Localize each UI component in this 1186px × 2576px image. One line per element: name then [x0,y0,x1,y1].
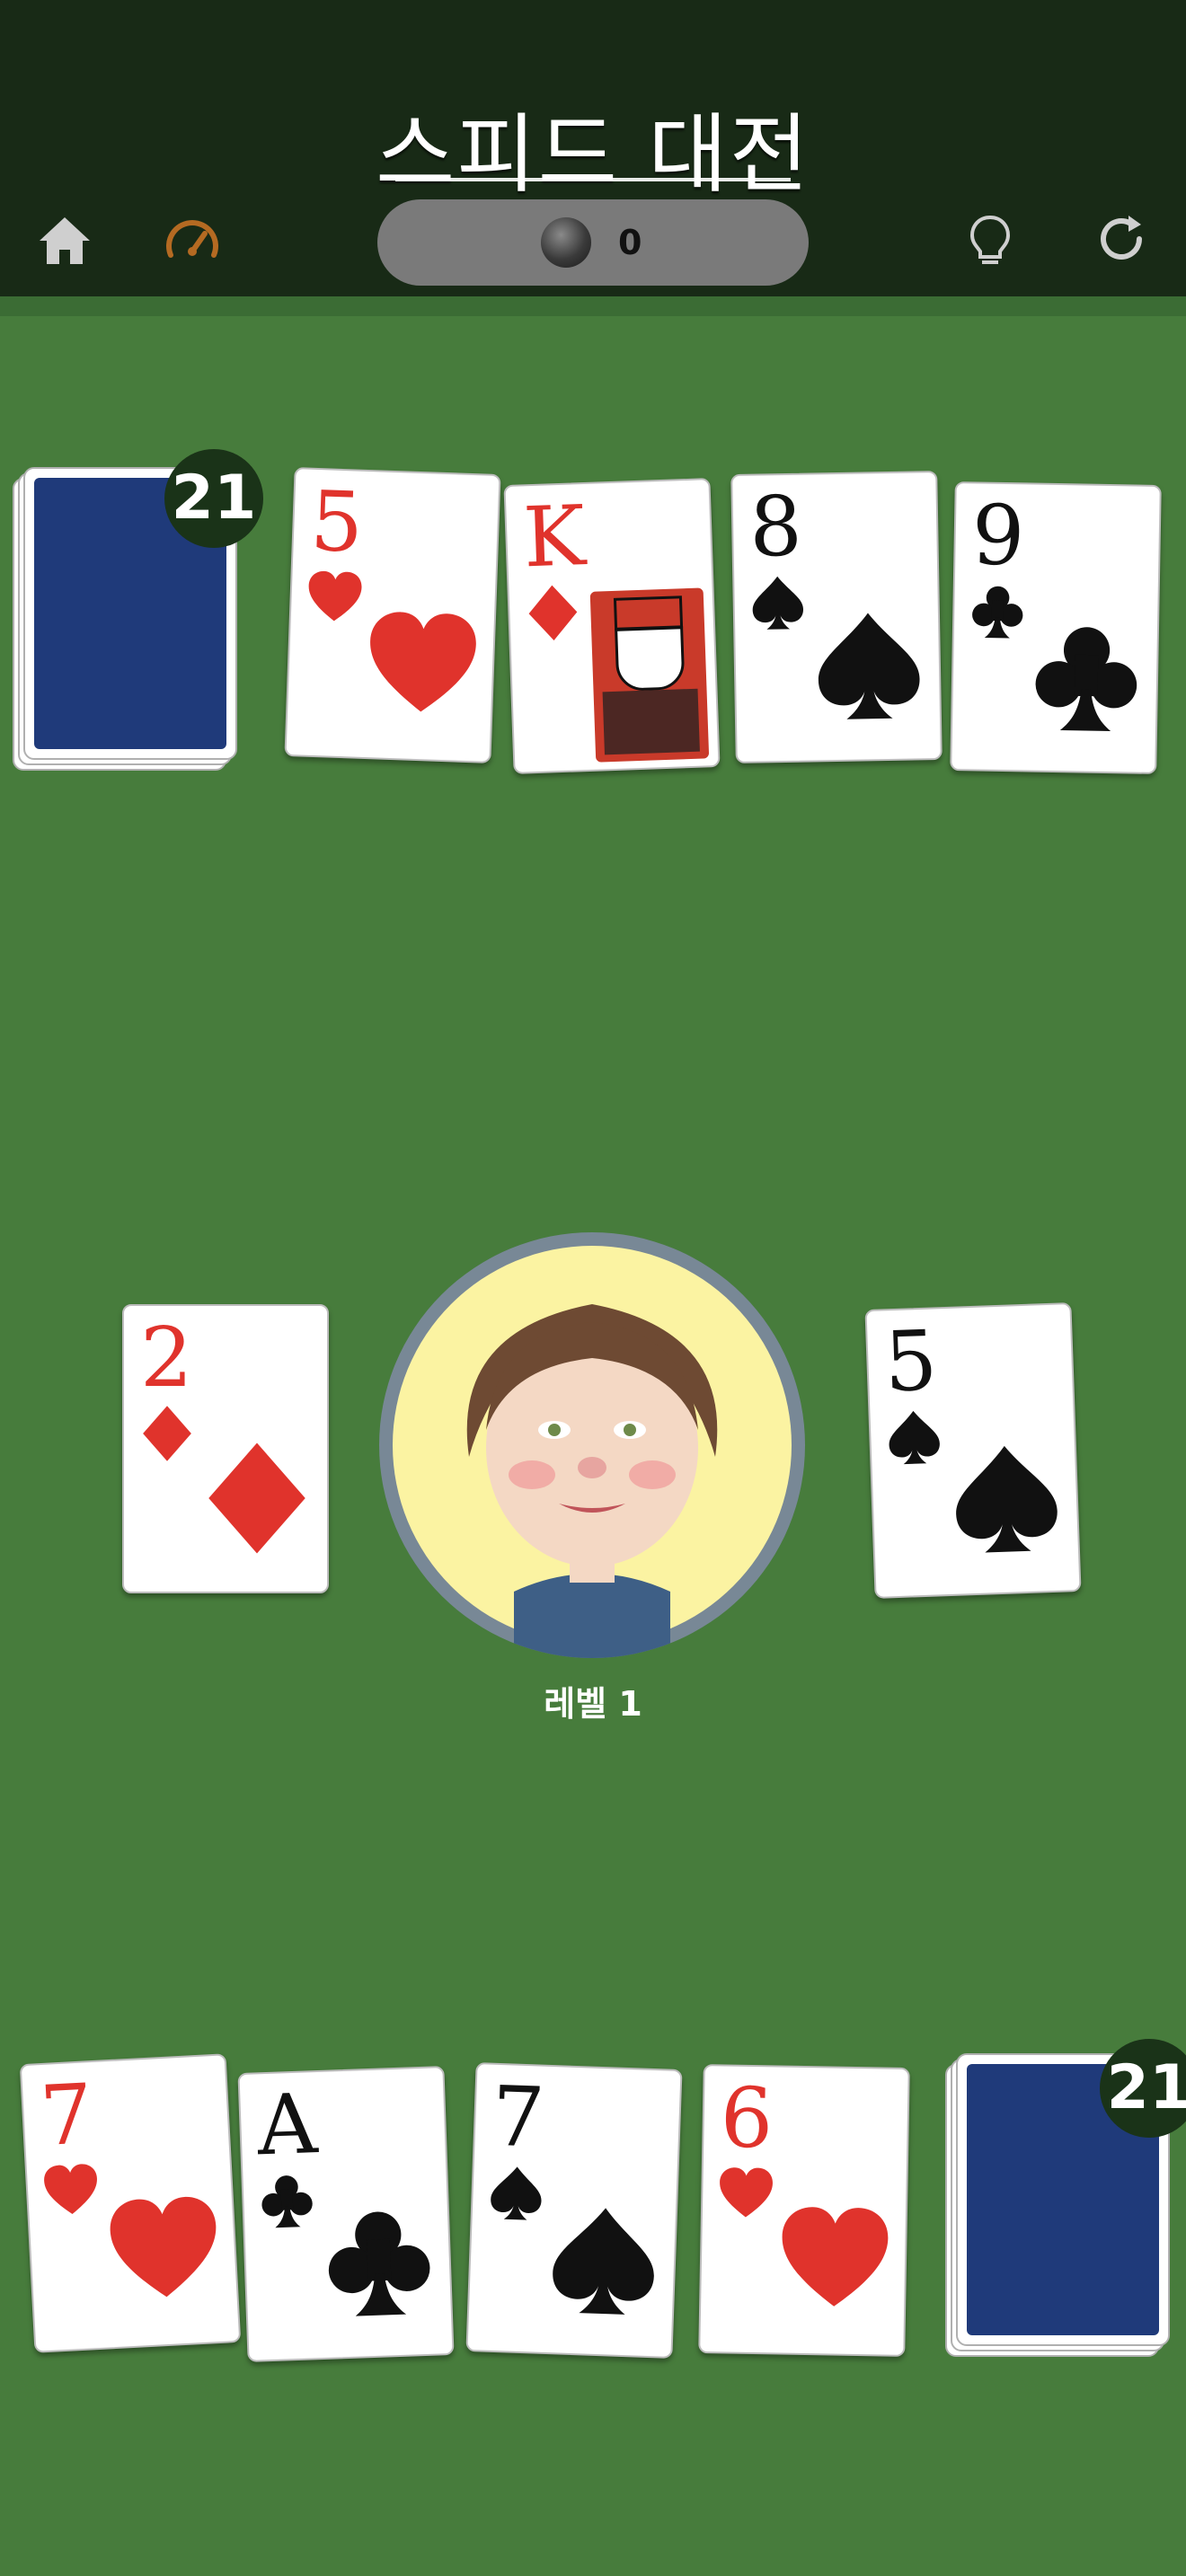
card-rank: A [255,2076,319,2175]
card-rank: 7 [490,2068,546,2166]
hearts-icon [41,2161,102,2221]
diamonds-icon [523,583,582,642]
lightbulb-icon[interactable] [961,212,1019,269]
clubs-icon [320,2203,438,2322]
king-figure [589,587,710,763]
player-deck-count: 21 [1100,2039,1186,2138]
opponent-card: 5 [284,467,501,763]
coin-icon [541,217,591,268]
opponent-card: 8 [730,471,943,763]
spades-icon [544,2201,663,2320]
spades-icon [487,2164,546,2223]
page-title: 스피드 대전 [375,104,811,205]
clubs-icon [257,2171,316,2230]
hearts-icon [717,2165,775,2223]
card-rank: 7 [38,2066,96,2166]
spades-icon [748,574,807,632]
player-card[interactable]: 6 [698,2064,910,2357]
title-underline [395,178,791,181]
diamonds-icon [199,1441,314,1556]
clubs-icon [969,582,1027,640]
hearts-icon [305,569,365,628]
clubs-icon [1028,619,1145,736]
spades-icon [947,1440,1066,1558]
card-rank: 5 [308,472,365,571]
card-rank: 9 [970,487,1026,585]
refresh-icon[interactable] [1093,212,1150,269]
hearts-icon [363,606,482,725]
diamonds-icon [138,1405,196,1462]
home-icon[interactable] [36,212,93,269]
player-card[interactable]: A [237,2066,455,2362]
level-label: 레벨 1 [544,1684,642,1724]
player-card[interactable]: 7 [465,2062,683,2359]
hearts-icon [776,2201,893,2318]
card-rank: K [521,488,588,587]
score-pill: 0 [377,199,809,286]
card-rank: 6 [719,2069,774,2167]
header-edge [0,296,1186,316]
score-value: 0 [618,223,642,262]
hearts-icon [104,2191,226,2312]
opponent-deck-count: 21 [164,449,263,548]
speedometer-icon[interactable] [164,212,221,269]
opponent-avatar [379,1232,805,1658]
opponent-card: K [503,478,721,774]
spades-icon [884,1407,943,1467]
player-card[interactable]: 7 [19,2053,242,2353]
card-rank: 2 [140,1310,193,1406]
spades-icon [810,607,927,724]
card-rank: 5 [882,1312,939,1411]
card-rank: 8 [748,478,803,576]
center-pile-right[interactable]: 5 [864,1302,1082,1599]
opponent-card: 9 [950,481,1162,774]
center-pile-left[interactable]: 2 [122,1304,329,1593]
